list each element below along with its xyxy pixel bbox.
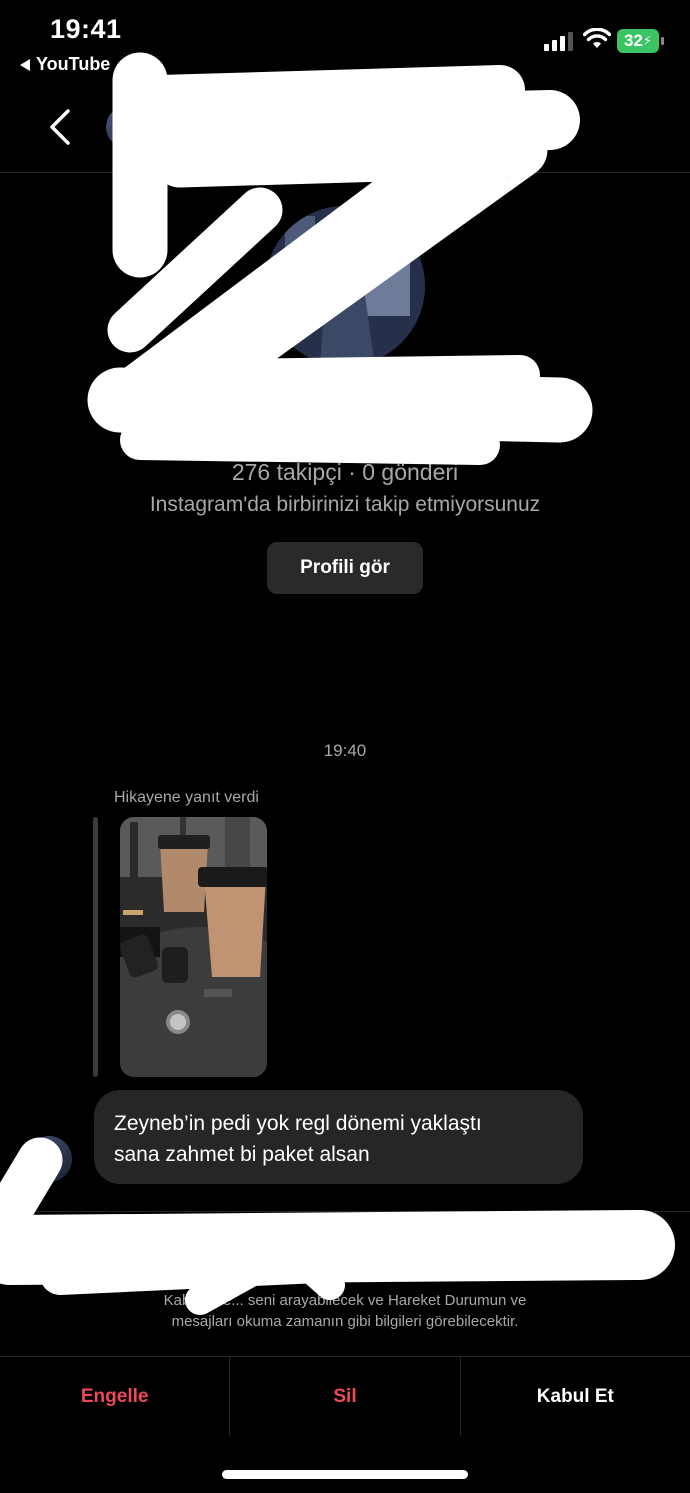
charging-bolt-icon: ⚡ <box>642 33 653 48</box>
view-profile-button[interactable]: Profili gör <box>267 542 423 594</box>
request-desc-line-1: Kabul ede... seni arayabilecek ve Hareke… <box>163 1292 527 1309</box>
request-description: Kabul ede... seni arayabilecek ve Hareke… <box>40 1290 650 1332</box>
cellular-signal-icon <box>544 32 573 51</box>
wifi-icon <box>583 28 611 48</box>
follow-status-text: Instagram'da birbirinizi takip etmiyorsu… <box>149 493 541 516</box>
message-line-2: sana zahmet bi paket alsan <box>114 1143 370 1166</box>
sender-avatar[interactable] <box>26 1136 72 1182</box>
avatar-photo <box>265 206 425 366</box>
request-divider <box>0 1211 690 1212</box>
request-actions: Engelle Sil Kabul Et <box>0 1356 690 1436</box>
message-line-1: Zeyneb’in pedi yok regl dönemi yaklaştı <box>114 1112 482 1135</box>
accept-button[interactable]: Kabul Et <box>459 1357 690 1436</box>
reply-indicator-bar <box>93 817 98 1077</box>
delete-button[interactable]: Sil <box>229 1357 459 1436</box>
chevron-left-icon[interactable] <box>48 108 72 146</box>
story-reply-label: Hikayene yanıt verdi <box>114 789 259 806</box>
header-avatar[interactable] <box>106 106 148 148</box>
story-thumbnail[interactable] <box>120 817 267 1077</box>
request-title: ...kabul et? <box>60 1262 155 1282</box>
header-divider <box>0 172 690 173</box>
battery-level: 32 <box>623 31 643 50</box>
battery-indicator: 32 ⚡ <box>617 29 664 53</box>
home-indicator[interactable] <box>222 1470 468 1479</box>
profile-avatar[interactable] <box>265 206 425 366</box>
block-button[interactable]: Engelle <box>0 1357 229 1436</box>
story-photo <box>120 817 267 1077</box>
back-triangle-icon <box>20 58 30 71</box>
back-to-app-link[interactable]: YouTube <box>20 54 110 75</box>
back-app-label: YouTube <box>36 54 111 74</box>
message-bubble[interactable]: Zeyneb’in pedi yok regl dönemi yaklaştı … <box>94 1090 583 1184</box>
message-timestamp: 19:40 <box>323 741 367 760</box>
followers-count: 276 takipçi · 0 gönderi <box>231 459 459 485</box>
status-time: 19:41 <box>50 14 122 44</box>
request-desc-line-2: mesajları okuma zamanın gibi bilgileri g… <box>171 1313 519 1330</box>
